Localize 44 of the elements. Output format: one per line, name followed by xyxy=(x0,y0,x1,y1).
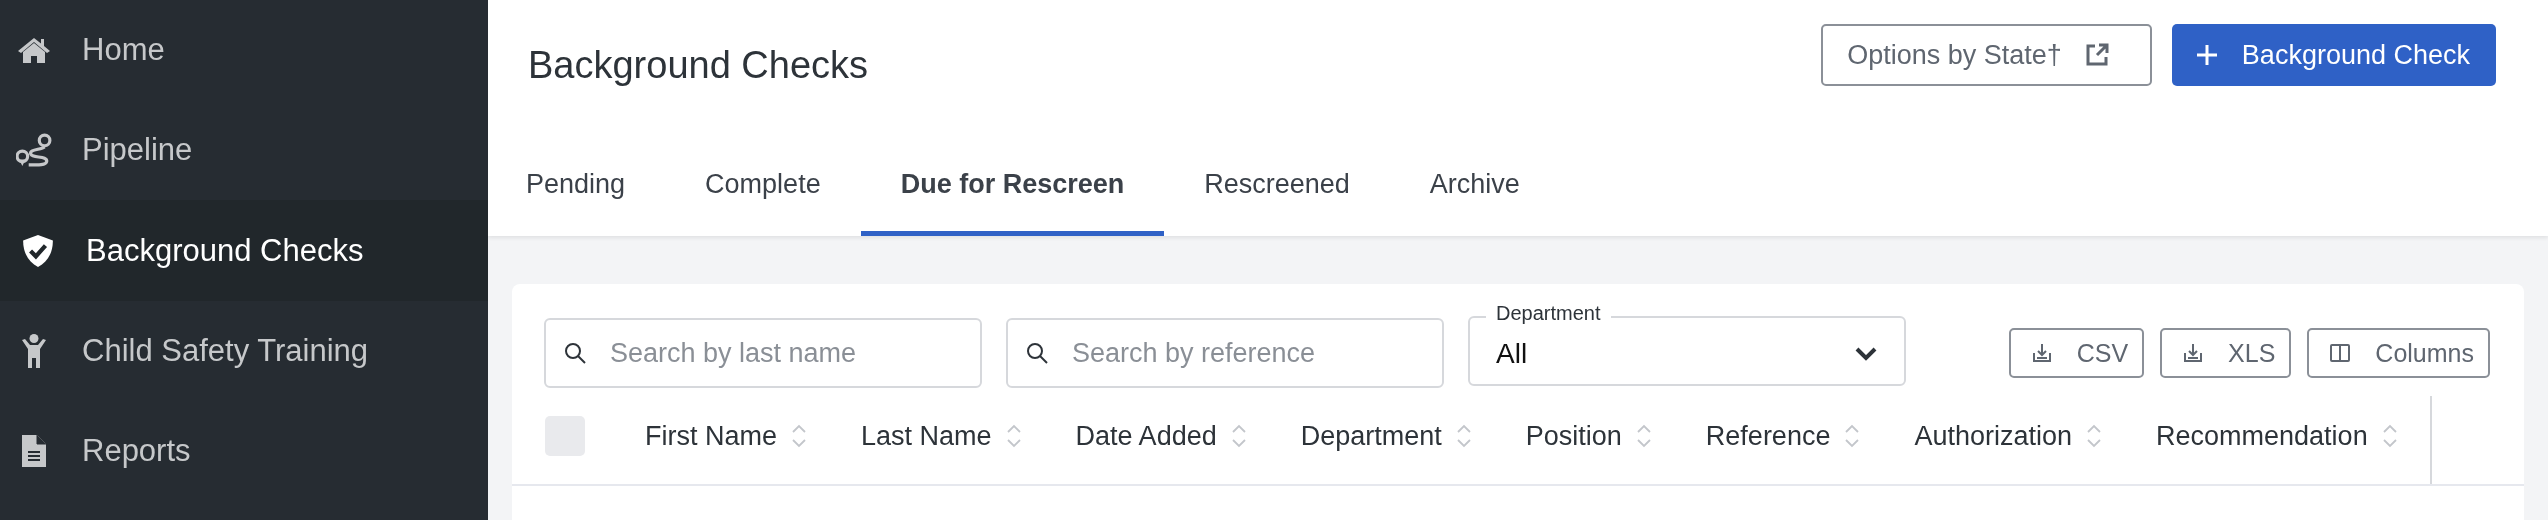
search-field[interactable]: Search by last name xyxy=(544,318,982,388)
sort-icon xyxy=(1635,423,1652,449)
sort-icon xyxy=(1455,423,1472,449)
sidebar-item[interactable]: Background Checks xyxy=(0,200,488,301)
sort-icon xyxy=(1005,423,1022,449)
download-icon xyxy=(2182,342,2205,364)
search-icon xyxy=(564,342,586,364)
sidebar-item[interactable]: Reports xyxy=(0,401,488,501)
column-header[interactable]: Department xyxy=(1300,420,1472,452)
columns-icon xyxy=(2329,342,2352,364)
sidebar-item[interactable]: Home xyxy=(0,0,488,100)
chevron-down-icon xyxy=(1854,346,1878,362)
download-icon xyxy=(2030,342,2053,364)
search-field[interactable]: Search by reference xyxy=(1006,318,1444,388)
sort-icon xyxy=(1230,423,1247,449)
column-header[interactable]: Reference xyxy=(1705,420,1861,452)
sort-icon xyxy=(2086,423,2103,449)
toolbar-button[interactable]: Columns xyxy=(2307,328,2490,378)
sidebar-item[interactable]: Child Safety Training xyxy=(0,301,488,401)
shield-check-icon xyxy=(20,233,56,268)
sort-icon xyxy=(1844,423,1861,449)
sort-icon xyxy=(2381,423,2398,449)
column-header[interactable]: Recommendation xyxy=(2156,420,2398,452)
column-header[interactable]: Authorization xyxy=(1914,420,2103,452)
tab[interactable]: Rescreened xyxy=(1204,138,1350,236)
sidebar-item[interactable]: Pipeline xyxy=(0,100,488,200)
search-icon xyxy=(1026,342,1048,364)
select-value: All xyxy=(1496,338,1528,370)
column-header[interactable]: First Name xyxy=(645,420,807,452)
route-icon xyxy=(16,133,52,167)
sort-icon xyxy=(791,423,807,449)
page-title: Background Checks xyxy=(528,43,869,87)
toolbar-button[interactable]: CSV xyxy=(2008,328,2145,378)
tab[interactable]: Complete xyxy=(705,138,821,236)
column-header[interactable]: Last Name xyxy=(861,420,1022,452)
tab[interactable]: Due for Rescreen xyxy=(860,138,1165,236)
plus-icon xyxy=(2195,44,2218,66)
column-header[interactable]: Date Added xyxy=(1075,420,1247,452)
toolbar-button[interactable]: XLS xyxy=(2160,328,2292,378)
options-button[interactable]: Options by State† xyxy=(1821,24,2152,86)
tab[interactable]: Pending xyxy=(526,138,626,236)
tab[interactable]: Archive xyxy=(1429,138,1520,236)
column-header[interactable]: Position xyxy=(1525,420,1652,452)
add-button[interactable]: Background Check xyxy=(2171,24,2496,86)
